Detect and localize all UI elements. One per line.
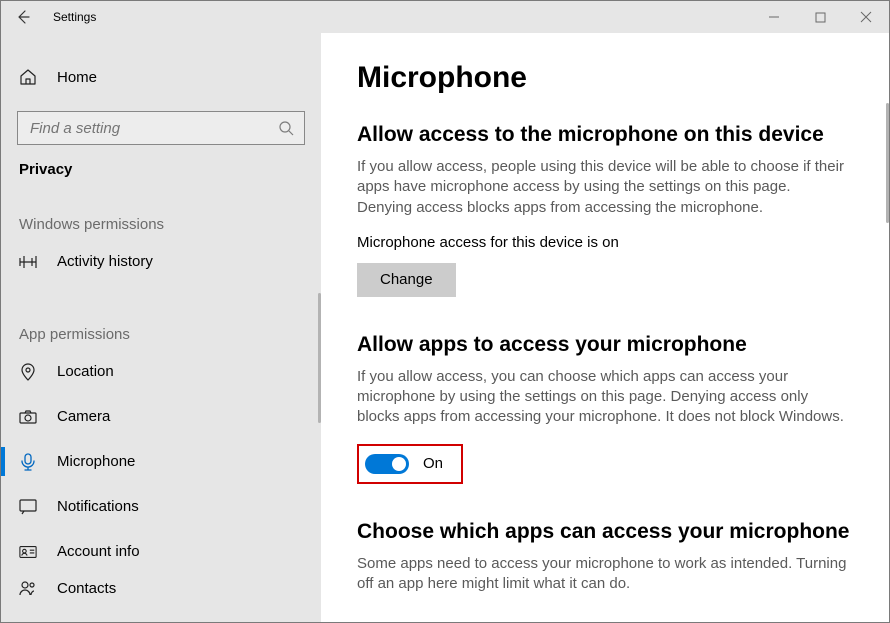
- account-info-icon: [19, 545, 37, 559]
- search-icon: [278, 120, 294, 136]
- section-description: Some apps need to access your microphone…: [357, 554, 847, 595]
- sidebar-item-activity-history[interactable]: Activity history: [1, 239, 321, 284]
- sidebar-item-contacts[interactable]: Contacts: [1, 574, 321, 604]
- toggle-state-label: On: [423, 455, 443, 472]
- section-heading: Choose which apps can access your microp…: [357, 520, 859, 544]
- sidebar-item-label: Location: [57, 363, 114, 380]
- sidebar-item-label: Account info: [57, 543, 140, 560]
- activity-history-icon: [19, 255, 37, 269]
- section-description: If you allow access, you can choose whic…: [357, 367, 847, 428]
- section-heading: Allow apps to access your microphone: [357, 333, 859, 357]
- sidebar: Home Privacy Windows permissions Activit…: [1, 33, 321, 622]
- page-title: Microphone: [357, 61, 859, 95]
- device-access-status: Microphone access for this device is on: [357, 234, 859, 251]
- notifications-icon: [19, 499, 37, 515]
- section-heading: Allow access to the microphone on this d…: [357, 123, 859, 147]
- sidebar-item-label: Contacts: [57, 580, 116, 597]
- group-app-permissions: App permissions: [1, 308, 321, 349]
- section-device-access: Allow access to the microphone on this d…: [357, 123, 859, 297]
- maximize-button[interactable]: [797, 1, 843, 33]
- arrow-left-icon: [16, 9, 32, 25]
- apps-access-toggle[interactable]: [365, 454, 409, 474]
- sidebar-item-label: Microphone: [57, 453, 135, 470]
- microphone-icon: [19, 453, 37, 471]
- sidebar-item-account-info[interactable]: Account info: [1, 529, 321, 574]
- sidebar-item-label: Notifications: [57, 498, 139, 515]
- sidebar-item-camera[interactable]: Camera: [1, 394, 321, 439]
- section-apps-access: Allow apps to access your microphone If …: [357, 333, 859, 484]
- apps-access-toggle-highlight: On: [357, 444, 463, 484]
- sidebar-item-location[interactable]: Location: [1, 349, 321, 394]
- section-choose-apps: Choose which apps can access your microp…: [357, 520, 859, 595]
- category-label: Privacy: [1, 157, 321, 198]
- camera-icon: [19, 410, 37, 424]
- change-button[interactable]: Change: [357, 263, 456, 297]
- sidebar-item-microphone[interactable]: Microphone: [1, 439, 321, 484]
- titlebar: Settings: [1, 1, 889, 33]
- back-button[interactable]: [1, 1, 47, 33]
- close-button[interactable]: [843, 1, 889, 33]
- location-icon: [19, 363, 37, 381]
- sidebar-item-notifications[interactable]: Notifications: [1, 484, 321, 529]
- home-icon: [19, 68, 37, 86]
- search-field[interactable]: [28, 119, 278, 138]
- home-label: Home: [57, 69, 97, 86]
- contacts-icon: [19, 580, 37, 596]
- search-input[interactable]: [17, 111, 305, 145]
- window-title: Settings: [47, 10, 96, 24]
- minimize-button[interactable]: [751, 1, 797, 33]
- main-content: Microphone Allow access to the microphon…: [321, 33, 889, 622]
- section-description: If you allow access, people using this d…: [357, 157, 847, 218]
- main-scrollbar[interactable]: [886, 103, 889, 223]
- sidebar-item-label: Activity history: [57, 253, 153, 270]
- home-link[interactable]: Home: [1, 57, 321, 97]
- sidebar-item-label: Camera: [57, 408, 110, 425]
- group-windows-permissions: Windows permissions: [1, 198, 321, 239]
